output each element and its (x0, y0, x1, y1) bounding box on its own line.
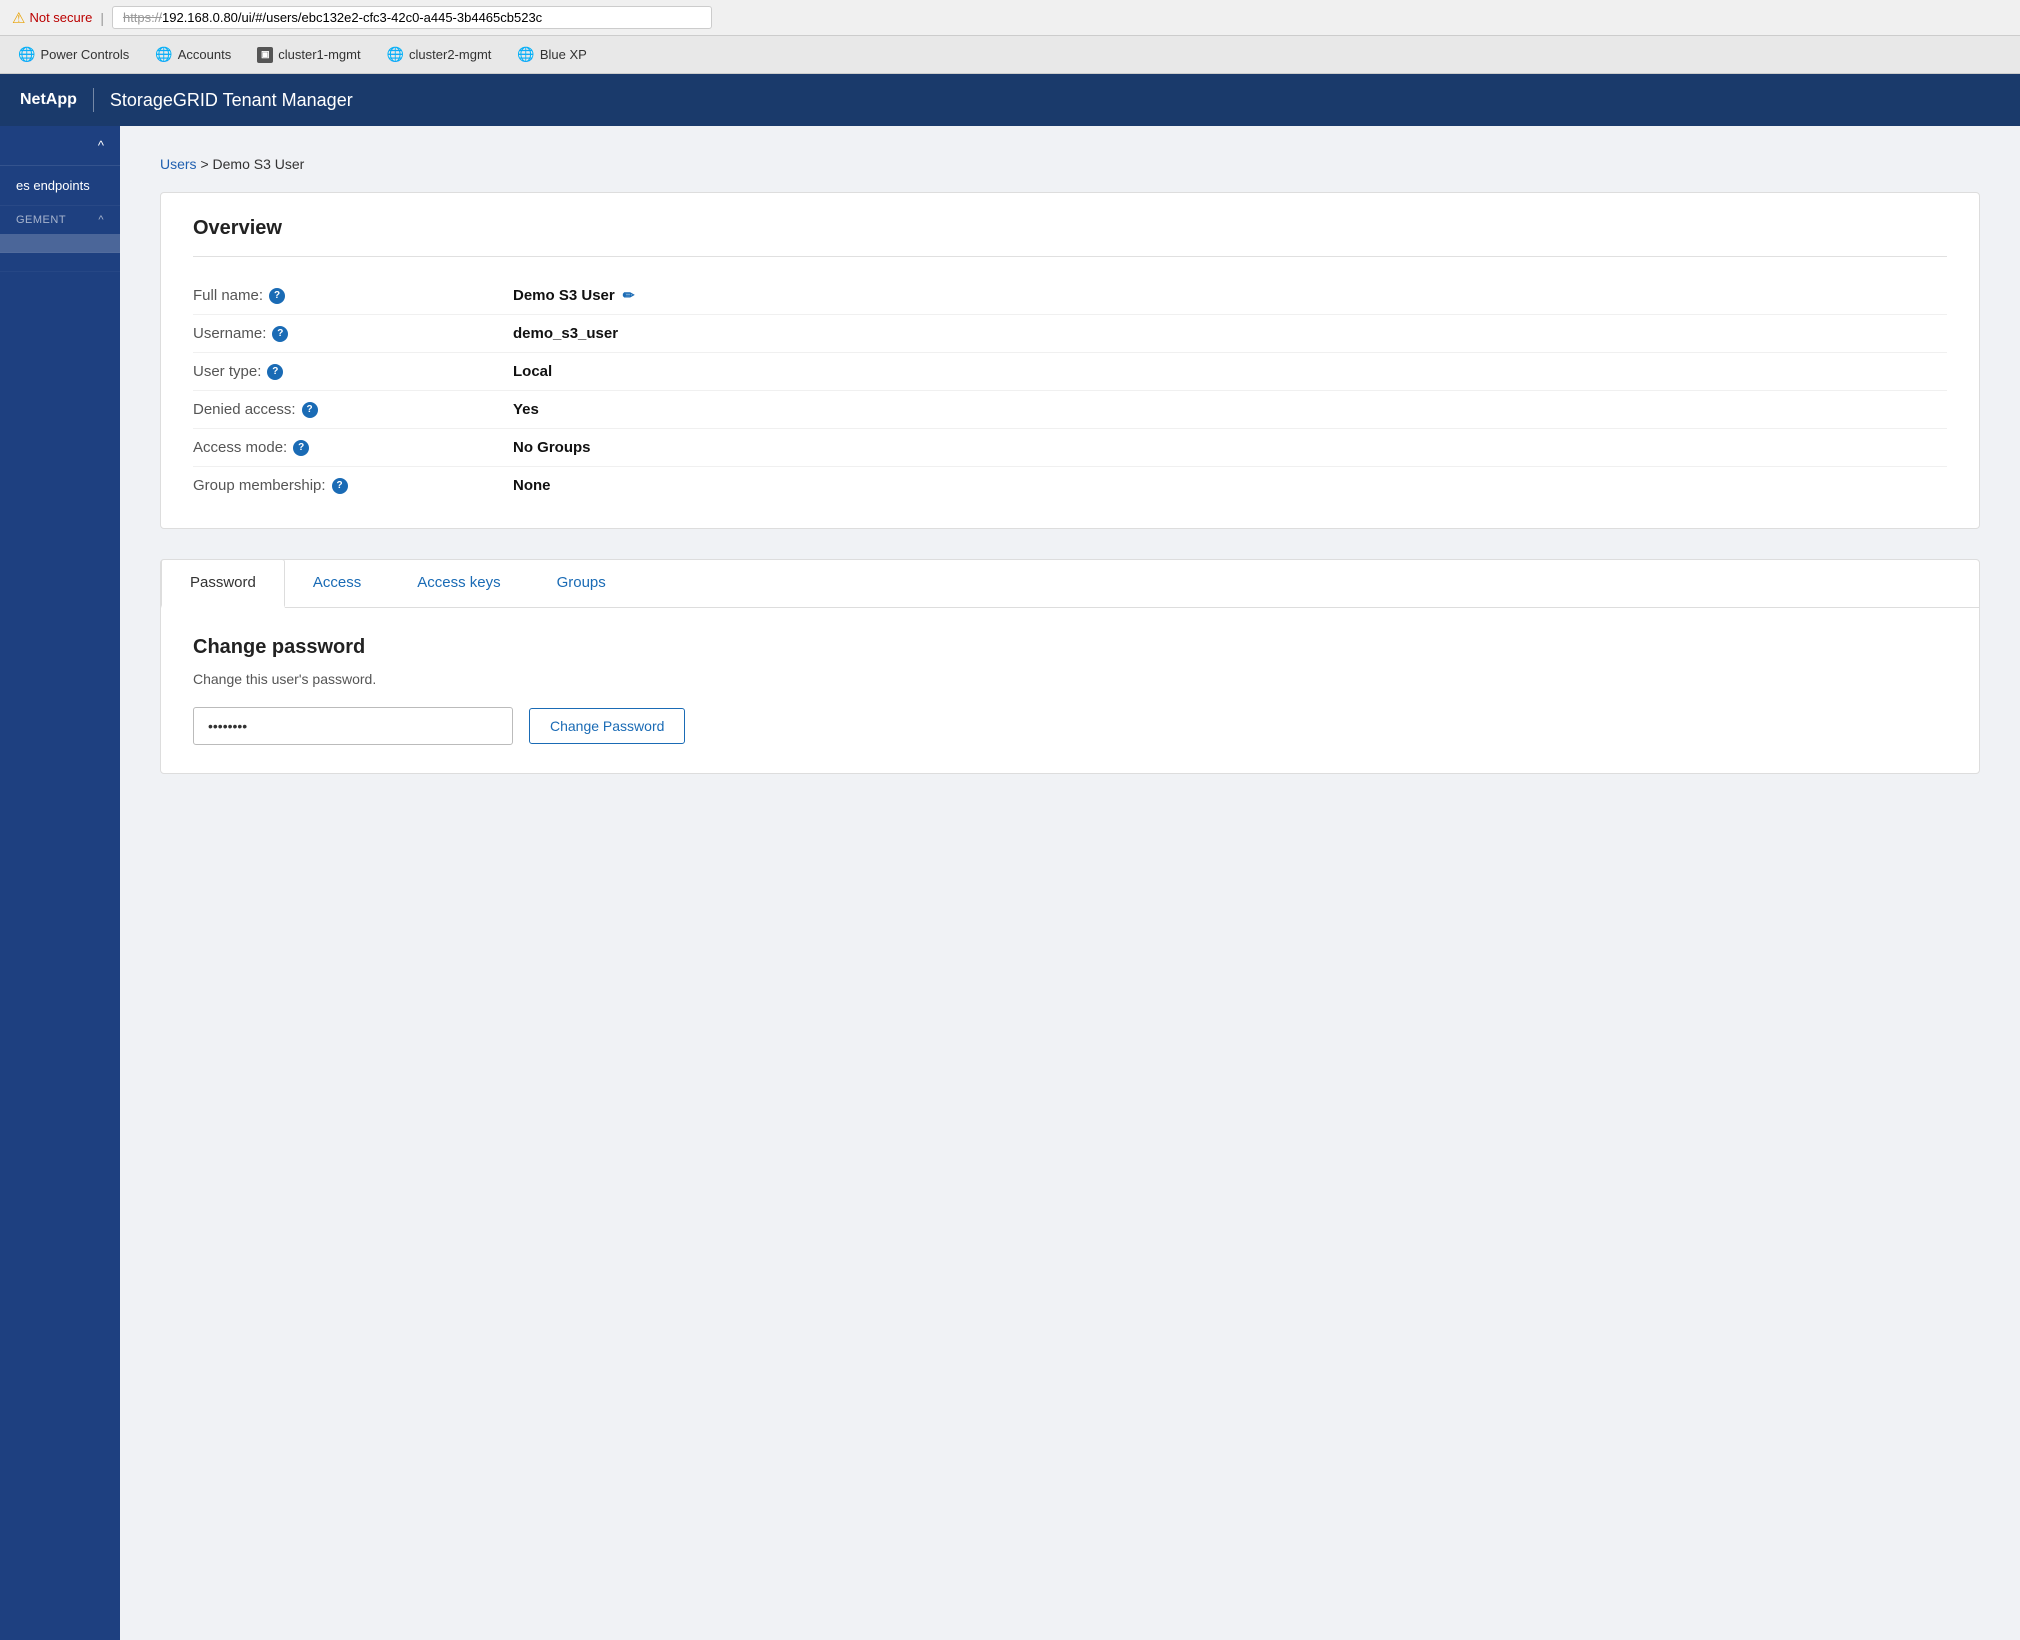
overview-row-denied-access: Denied access: ? Yes (193, 391, 1947, 429)
box-icon: ▣ (257, 47, 273, 63)
overview-title: Overview (193, 217, 1947, 257)
brand-name: NetApp (20, 91, 77, 109)
sidebar-section-label: GEMENT (16, 214, 66, 226)
tab-label: Accounts (178, 47, 231, 62)
overview-row-access-mode: Access mode: ? No Groups (193, 429, 1947, 467)
access-mode-value: No Groups (513, 439, 591, 456)
breadcrumb: Users > Demo S3 User (160, 156, 1980, 172)
tab-access-keys[interactable]: Access keys (389, 560, 528, 608)
header-divider (93, 88, 94, 112)
warning-icon: ⚠ (12, 9, 25, 27)
sidebar: ^ es endpoints GEMENT ^ (0, 126, 120, 1640)
tab-content-password: Change password Change this user's passw… (161, 608, 1979, 773)
tab-groups[interactable]: Groups (529, 560, 634, 608)
change-password-desc: Change this user's password. (193, 671, 1947, 687)
overview-row-group-membership: Group membership: ? None (193, 467, 1947, 504)
usertype-help-icon[interactable]: ? (267, 364, 283, 380)
fullname-label: Full name: ? (193, 287, 513, 304)
chevron-up-icon: ^ (98, 214, 104, 226)
overview-row-fullname: Full name: ? Demo S3 User ✏ (193, 277, 1947, 315)
globe-icon: 🌐 (18, 46, 35, 63)
browser-tab-cluster2[interactable]: 🌐 cluster2-mgmt (377, 42, 502, 67)
sidebar-toggle[interactable]: ^ (0, 126, 120, 166)
tab-password[interactable]: Password (161, 559, 285, 608)
app-title: StorageGRID Tenant Manager (110, 90, 353, 111)
tab-label: cluster2-mgmt (409, 47, 491, 62)
tabs-bar: Password Access Access keys Groups (161, 560, 1979, 608)
sidebar-section-management: GEMENT ^ (0, 206, 120, 234)
tab-label: cluster1-mgmt (278, 47, 360, 62)
overview-row-username: Username: ? demo_s3_user (193, 315, 1947, 353)
fullname-help-icon[interactable]: ? (269, 288, 285, 304)
fullname-edit-icon[interactable]: ✏ (623, 287, 635, 304)
globe-icon: 🌐 (517, 46, 534, 63)
url-base: 192.168.0.80/ui/#/users/ (162, 10, 302, 25)
username-label: Username: ? (193, 325, 513, 342)
browser-tab-blue-xp[interactable]: 🌐 Blue XP (507, 42, 596, 67)
browser-tab-bar: 🌐 Power Controls 🌐 Accounts ▣ cluster1-m… (0, 36, 2020, 74)
browser-tab-accounts[interactable]: 🌐 Accounts (145, 42, 241, 67)
username-value: demo_s3_user (513, 325, 618, 342)
password-row: Change Password (193, 707, 1947, 745)
access-mode-help-icon[interactable]: ? (293, 440, 309, 456)
breadcrumb-current: Demo S3 User (213, 156, 305, 172)
password-input[interactable] (193, 707, 513, 745)
group-membership-value: None (513, 477, 551, 494)
sidebar-item-endpoints[interactable]: es endpoints (0, 166, 120, 206)
url-path: ebc132e2-cfc3-42c0-a445-3b4465cb523c (302, 10, 543, 25)
group-membership-help-icon[interactable]: ? (332, 478, 348, 494)
sidebar-item-users[interactable] (0, 234, 120, 253)
url-separator: | (100, 10, 104, 26)
browser-bar: ⚠ Not secure | https://192.168.0.80/ui/#… (0, 0, 2020, 36)
fullname-value: Demo S3 User ✏ (513, 287, 634, 304)
security-indicator: ⚠ Not secure (12, 9, 92, 27)
change-password-title: Change password (193, 636, 1947, 659)
not-secure-label: Not secure (29, 10, 92, 25)
tab-label: Blue XP (540, 47, 587, 62)
denied-access-value: Yes (513, 401, 539, 418)
browser-tab-power-controls[interactable]: 🌐 Power Controls (8, 42, 139, 67)
main-layout: ^ es endpoints GEMENT ^ Users > Demo S3 … (0, 126, 2020, 1640)
group-membership-label: Group membership: ? (193, 477, 513, 494)
denied-access-help-icon[interactable]: ? (302, 402, 318, 418)
usertype-label: User type: ? (193, 363, 513, 380)
globe-icon: 🌐 (387, 46, 404, 63)
tab-label: Power Controls (40, 47, 129, 62)
overview-card: Overview Full name: ? Demo S3 User ✏ Use… (160, 192, 1980, 529)
main-content: Users > Demo S3 User Overview Full name:… (120, 126, 2020, 1640)
access-mode-label: Access mode: ? (193, 439, 513, 456)
address-bar[interactable]: https://192.168.0.80/ui/#/users/ebc132e2… (112, 6, 712, 29)
usertype-value: Local (513, 363, 552, 380)
chevron-up-icon: ^ (98, 138, 104, 153)
denied-access-label: Denied access: ? (193, 401, 513, 418)
sidebar-item-other[interactable] (0, 253, 120, 272)
sidebar-item-label: es endpoints (16, 178, 90, 193)
change-password-button[interactable]: Change Password (529, 708, 685, 744)
globe-icon: 🌐 (155, 46, 172, 63)
username-help-icon[interactable]: ? (272, 326, 288, 342)
app-header: NetApp StorageGRID Tenant Manager (0, 74, 2020, 126)
url-scheme: https:// (123, 10, 162, 25)
overview-row-usertype: User type: ? Local (193, 353, 1947, 391)
tab-access[interactable]: Access (285, 560, 389, 608)
browser-tab-cluster1[interactable]: ▣ cluster1-mgmt (247, 43, 370, 67)
breadcrumb-separator: > (200, 156, 212, 172)
breadcrumb-parent[interactable]: Users (160, 156, 197, 172)
tabs-panel: Password Access Access keys Groups Chang… (160, 559, 1980, 774)
